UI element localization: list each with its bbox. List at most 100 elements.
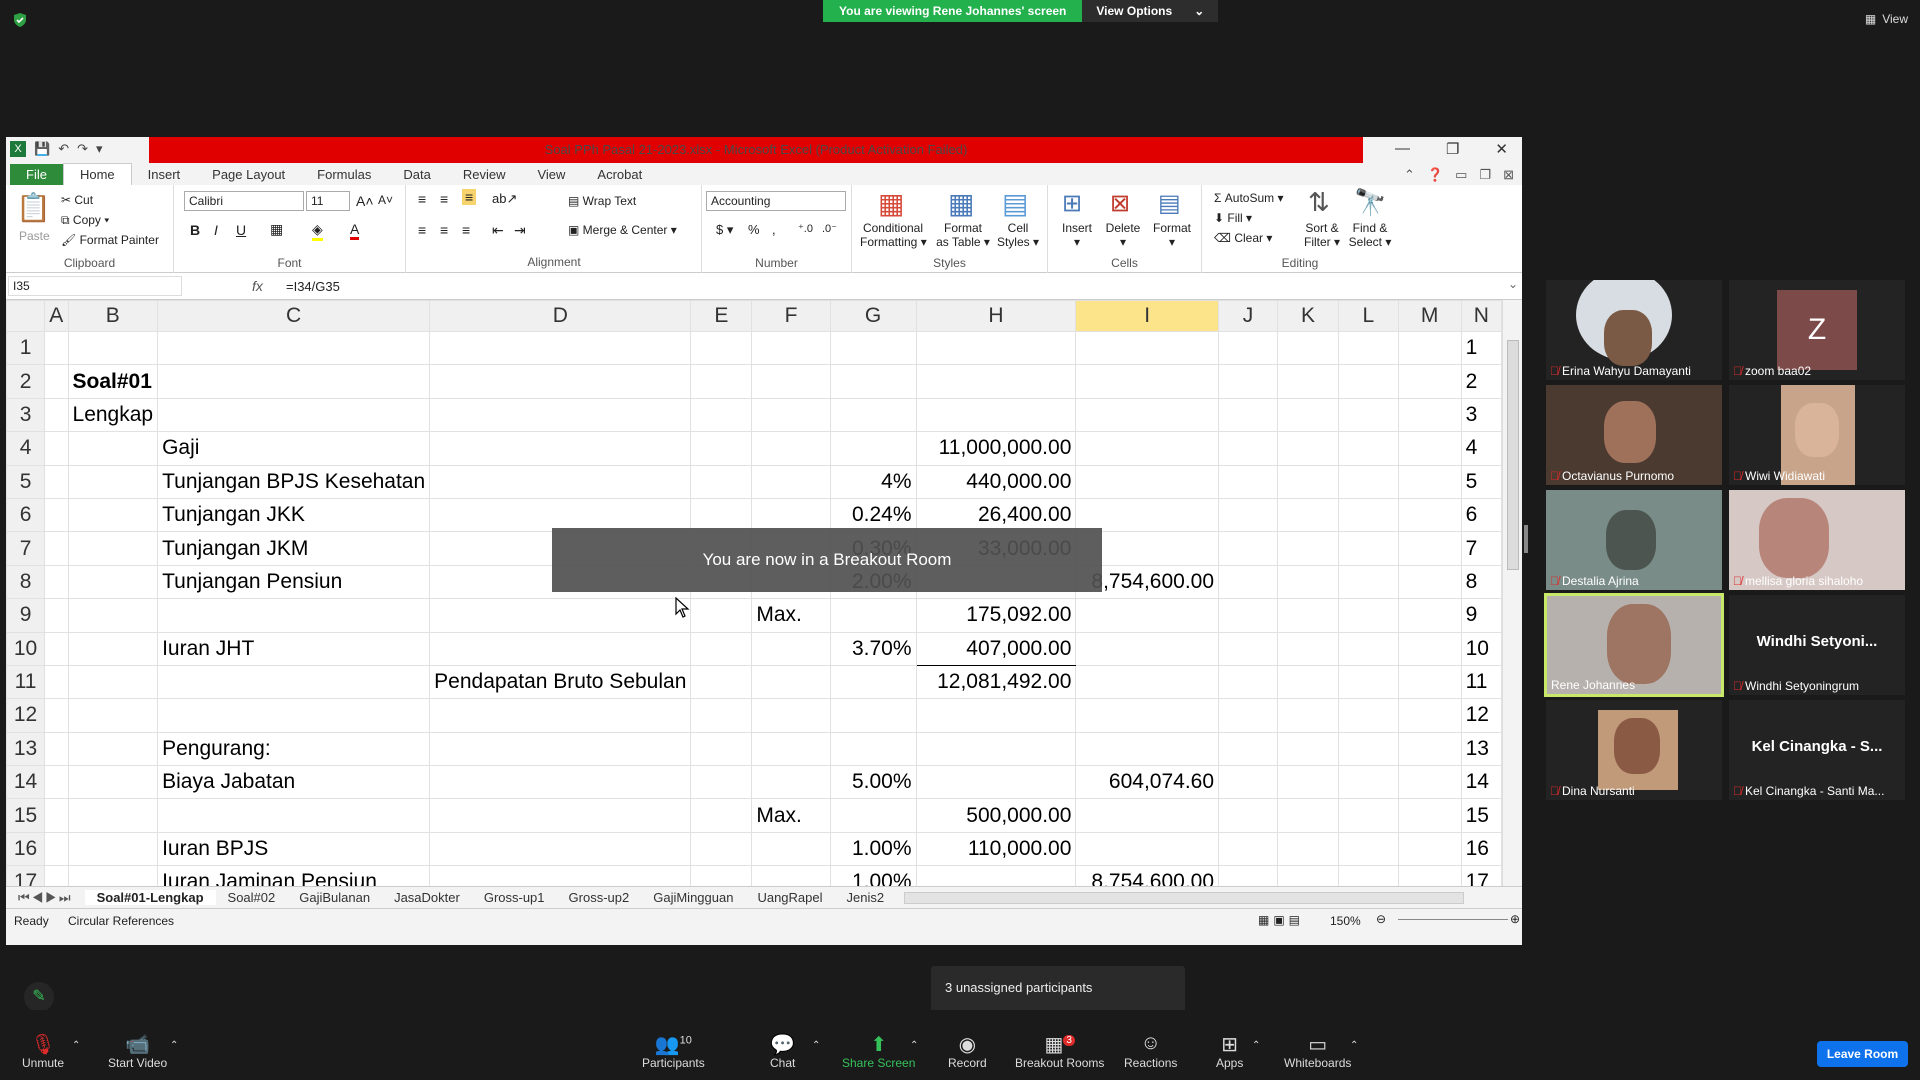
cell-f2[interactable] (751, 364, 831, 399)
zoom-out-icon[interactable]: ⊖ (1376, 912, 1386, 926)
cell-l9[interactable] (1338, 598, 1399, 633)
cell-d14[interactable] (429, 765, 692, 800)
cell-j13[interactable] (1218, 731, 1279, 767)
cell-k10[interactable] (1277, 631, 1340, 666)
cell-l4[interactable] (1338, 431, 1399, 466)
cell-j3[interactable] (1218, 397, 1279, 433)
cell-j6[interactable] (1218, 497, 1279, 533)
row-header[interactable]: 11 (6, 664, 46, 700)
cell-e1[interactable] (690, 330, 753, 366)
column-header-m[interactable]: M (1397, 300, 1462, 332)
row-header[interactable]: 17 (6, 865, 46, 886)
cell-a11[interactable] (44, 664, 69, 700)
cell-d16[interactable] (429, 831, 692, 867)
cell-k13[interactable] (1277, 731, 1340, 767)
cell-h4[interactable]: 11,000,000.00 (915, 431, 1077, 466)
cell-h17[interactable] (915, 865, 1077, 886)
row-header[interactable]: 12 (6, 698, 46, 733)
cell-b13[interactable] (67, 731, 159, 767)
cell-l3[interactable] (1338, 397, 1399, 433)
cell-h1[interactable] (915, 330, 1077, 366)
view-button[interactable]: ▦ View (1865, 12, 1908, 26)
cell-h9[interactable]: 175,092.00 (915, 598, 1077, 633)
comma-icon[interactable]: , (772, 222, 776, 237)
whiteboards-button[interactable]: ▭ Whiteboards (1284, 1032, 1351, 1070)
cell-n3[interactable]: 3 (1460, 397, 1502, 433)
cell-n14[interactable]: 14 (1460, 765, 1502, 800)
row-header[interactable]: 8 (6, 564, 46, 600)
cell-n1[interactable]: 1 (1460, 330, 1502, 366)
cell-d6[interactable] (429, 497, 692, 533)
column-header-e[interactable]: E (690, 300, 753, 332)
insert-cells-icon[interactable]: ⊞ (1062, 189, 1082, 218)
cell-c10[interactable]: Iuran JHT (157, 631, 431, 666)
format-as-table-icon[interactable]: ▦ (948, 187, 974, 220)
cell-a7[interactable] (44, 531, 69, 566)
cell-g4[interactable] (829, 431, 917, 466)
percent-icon[interactable]: % (748, 222, 760, 237)
cell-i5[interactable] (1075, 464, 1220, 499)
cell-a4[interactable] (44, 431, 69, 466)
spreadsheet-grid[interactable]: A B C D E F G H I J K L M N 1 1 2 Soal#01 2 3 Lengkap 3 4 Gaji 1… (6, 300, 1502, 886)
cell-m15[interactable] (1397, 798, 1462, 833)
cell-e4[interactable] (690, 431, 753, 466)
autosum-button[interactable]: Σ AutoSum ▾ (1214, 191, 1283, 205)
borders-icon[interactable]: ▦ (270, 221, 283, 238)
cell-n5[interactable]: 5 (1460, 464, 1502, 499)
column-header-a[interactable]: A (44, 300, 69, 332)
shield-icon[interactable] (12, 12, 28, 28)
cell-m1[interactable] (1397, 330, 1462, 366)
unmute-button[interactable]: 🎙 Unmute (22, 1032, 64, 1070)
row-header[interactable]: 13 (6, 731, 46, 767)
cell-e9[interactable] (690, 598, 753, 633)
align-left-icon[interactable]: ≡ (418, 222, 426, 238)
cell-h5[interactable]: 440,000.00 (915, 464, 1077, 499)
expand-formula-icon[interactable]: ⌄ (1508, 277, 1518, 291)
cell-k9[interactable] (1277, 598, 1340, 633)
bold-button[interactable]: B (190, 222, 200, 238)
tab-acrobat[interactable]: Acrobat (581, 164, 658, 185)
cell-d10[interactable] (429, 631, 692, 666)
cell-d3[interactable] (429, 397, 692, 433)
scroll-thumb[interactable] (1507, 340, 1519, 570)
cell-b5[interactable] (67, 464, 159, 499)
cell-h12[interactable] (915, 698, 1077, 733)
cell-g11[interactable] (829, 664, 917, 700)
cell-d11[interactable]: Pendapatan Bruto Sebulan (429, 664, 692, 700)
font-name-select[interactable]: Calibri (184, 191, 304, 211)
cell-d1[interactable] (429, 330, 692, 366)
cell-l13[interactable] (1338, 731, 1399, 767)
cell-h3[interactable] (915, 397, 1077, 433)
cell-b3[interactable]: Lengkap (67, 397, 159, 433)
cell-g6[interactable]: 0.24% (829, 497, 917, 533)
cell-g1[interactable] (829, 330, 917, 366)
column-header-c[interactable]: C (157, 300, 431, 332)
cell-k5[interactable] (1277, 464, 1340, 499)
cell-a12[interactable] (44, 698, 69, 733)
help-icon[interactable]: ❓ (1427, 167, 1443, 183)
cell-m5[interactable] (1397, 464, 1462, 499)
format-cells-button[interactable]: Format ▾ (1150, 221, 1194, 249)
cell-n16[interactable]: 16 (1460, 831, 1502, 867)
cell-k16[interactable] (1277, 831, 1340, 867)
cell-e12[interactable] (690, 698, 753, 733)
cell-i15[interactable] (1075, 798, 1220, 833)
cell-k17[interactable] (1277, 865, 1340, 886)
cell-i9[interactable] (1075, 598, 1220, 633)
cell-a16[interactable] (44, 831, 69, 867)
cell-l14[interactable] (1338, 765, 1399, 800)
cell-k15[interactable] (1277, 798, 1340, 833)
cell-h10[interactable]: 407,000.00 (915, 631, 1077, 666)
cell-h14[interactable] (915, 765, 1077, 800)
row-header[interactable]: 16 (6, 831, 46, 867)
cell-g16[interactable]: 1.00% (829, 831, 917, 867)
cell-i16[interactable] (1075, 831, 1220, 867)
cell-c4[interactable]: Gaji (157, 431, 431, 466)
tab-page-layout[interactable]: Page Layout (196, 164, 301, 185)
cell-e13[interactable] (690, 731, 753, 767)
cell-f4[interactable] (751, 431, 831, 466)
row-header[interactable]: 7 (6, 531, 46, 566)
fill-color-icon[interactable]: ◈ (312, 221, 323, 241)
sort-filter-button[interactable]: Sort & Filter ▾ (1302, 221, 1342, 249)
cell-m17[interactable] (1397, 865, 1462, 886)
